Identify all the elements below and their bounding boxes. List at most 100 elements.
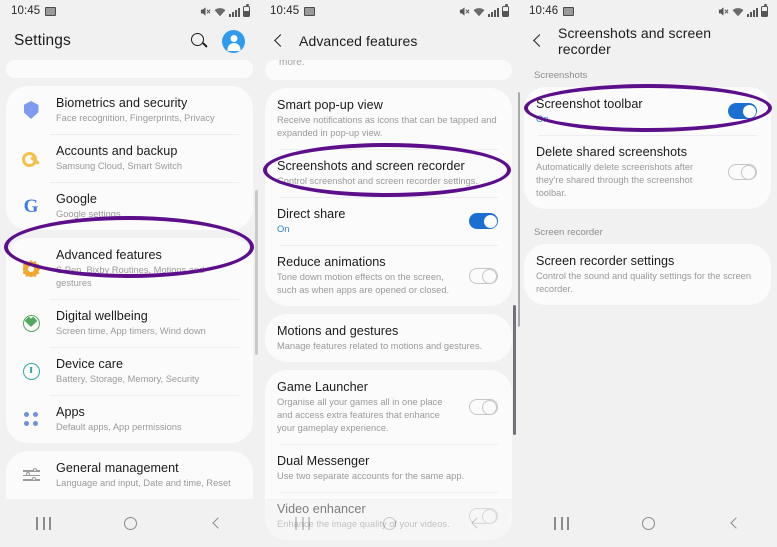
item-subtitle: Manage features related to motions and g… <box>277 341 483 351</box>
screenshots-settings-list[interactable]: Screenshots Screenshot toolbar On Delete… <box>518 60 777 507</box>
back-icon[interactable] <box>210 517 223 530</box>
status-time: 10:46 <box>529 5 559 17</box>
heart-circle-icon <box>18 314 44 332</box>
wifi-icon <box>473 7 485 16</box>
toggle-game-launcher[interactable] <box>469 399 498 416</box>
mute-icon <box>718 6 729 16</box>
key-icon <box>18 149 44 167</box>
account-avatar[interactable] <box>222 29 245 53</box>
recents-icon[interactable] <box>36 516 52 530</box>
item-dual-messenger[interactable]: Dual Messenger Use two separate accounts… <box>265 444 512 492</box>
screen-recorder-group: Screen recorder settings Control the sou… <box>524 244 771 305</box>
item-smart-pop-up-view[interactable]: Smart pop-up view Receive notifications … <box>265 88 512 149</box>
item-title: Google <box>56 192 97 206</box>
signal-icon <box>747 7 758 17</box>
item-title: Advanced features <box>56 248 162 262</box>
item-subtitle: Screen time, App timers, Wind down <box>56 326 206 336</box>
item-screen-recorder-settings[interactable]: Screen recorder settings Control the sou… <box>524 244 771 305</box>
toggle-screenshot-toolbar[interactable] <box>728 103 757 119</box>
item-title: Digital wellbeing <box>56 309 148 323</box>
mute-icon <box>459 6 470 16</box>
google-icon: G <box>23 195 39 217</box>
item-subtitle: On <box>536 114 549 124</box>
settings-item-device-care[interactable]: Device care Battery, Storage, Memory, Se… <box>6 347 253 395</box>
settings-item-google[interactable]: G Google Google settings <box>6 182 253 230</box>
item-title: Direct share <box>277 207 346 221</box>
three-phone-screenshots: 10:45 Settings Biometrics and security F… <box>0 0 777 547</box>
home-icon[interactable] <box>382 516 396 530</box>
settings-list[interactable]: Biometrics and security Face recognition… <box>0 60 259 507</box>
wifi-icon <box>732 7 744 16</box>
photo-icon <box>563 6 575 16</box>
back-icon[interactable] <box>530 33 546 49</box>
recents-icon[interactable] <box>554 516 570 530</box>
settings-item-digital-wellbeing[interactable]: Digital wellbeing Screen time, App timer… <box>6 299 253 347</box>
toggle-reduce-animations[interactable] <box>469 267 498 284</box>
advanced-features-list[interactable]: more. Smart pop-up view Receive notifica… <box>259 60 518 545</box>
item-title: Screen recorder settings <box>536 254 675 268</box>
item-title: Motions and gestures <box>277 324 399 338</box>
recents-icon[interactable] <box>295 516 311 530</box>
item-title: Delete shared screenshots <box>536 145 688 159</box>
sliders-icon <box>18 467 44 482</box>
toggle-delete-shared-screenshots[interactable] <box>728 164 757 181</box>
item-subtitle: Battery, Storage, Memory, Security <box>56 374 200 384</box>
scrollbar[interactable] <box>513 305 516 435</box>
settings-item-apps[interactable]: Apps Default apps, App permissions <box>6 395 253 443</box>
back-icon[interactable] <box>728 517 741 530</box>
item-title: Game Launcher <box>277 380 368 394</box>
toggle-direct-share[interactable] <box>469 213 498 229</box>
phone-screen-screenshots-and-screen-recorder: 10:46 Screenshots and screen recorder Sc… <box>518 0 777 547</box>
settings-item-biometrics-and-security[interactable]: Biometrics and security Face recognition… <box>6 86 253 134</box>
page-title: Screenshots and screen recorder <box>558 25 712 57</box>
status-time: 10:45 <box>270 5 300 17</box>
item-reduce-animations[interactable]: Reduce animations Tone down motion effec… <box>265 245 512 306</box>
scrollbar[interactable] <box>255 190 258 355</box>
mute-icon <box>200 6 211 16</box>
settings-item-advanced-features[interactable]: Advanced features S Pen, Bixby Routines,… <box>6 238 253 299</box>
item-subtitle: Default apps, App permissions <box>56 422 182 432</box>
page-title: Settings <box>14 32 71 49</box>
item-subtitle: Control screenshot and screen recorder s… <box>277 176 479 186</box>
item-title: Screenshot toolbar <box>536 97 643 111</box>
page-title: Advanced features <box>299 33 418 49</box>
item-delete-shared-screenshots[interactable]: Delete shared screenshots Automatically … <box>524 135 771 209</box>
item-subtitle: Organise all your games all in one place… <box>277 397 443 433</box>
wifi-icon <box>214 7 226 16</box>
partial-text: more. <box>279 60 305 68</box>
item-game-launcher[interactable]: Game Launcher Organise all your games al… <box>265 370 512 444</box>
advanced-group-2: Motions and gestures Manage features rel… <box>265 314 512 362</box>
navigation-bar <box>259 499 518 547</box>
item-subtitle: Automatically delete screenshots after t… <box>536 162 694 198</box>
item-title: Biometrics and security <box>56 96 188 110</box>
item-subtitle: Google settings <box>56 209 121 219</box>
status-bar: 10:45 <box>259 0 518 22</box>
scrollbar[interactable] <box>518 92 520 327</box>
settings-item-accounts-and-backup[interactable]: Accounts and backup Samsung Cloud, Smart… <box>6 134 253 182</box>
apps-icon <box>18 412 44 426</box>
advanced-group-1: Smart pop-up view Receive notifications … <box>265 88 512 306</box>
app-bar: Advanced features <box>259 22 518 60</box>
item-screenshot-toolbar[interactable]: Screenshot toolbar On <box>524 87 771 135</box>
app-bar: Screenshots and screen recorder <box>518 22 777 60</box>
battery-icon <box>761 4 768 17</box>
item-screenshots-and-screen-recorder[interactable]: Screenshots and screen recorder Control … <box>265 149 512 197</box>
item-title: Smart pop-up view <box>277 98 383 112</box>
item-motions-and-gestures[interactable]: Motions and gestures Manage features rel… <box>265 314 512 362</box>
item-subtitle: Control the sound and quality settings f… <box>536 271 751 294</box>
home-icon[interactable] <box>123 516 137 530</box>
partial-card-top: more. <box>265 60 512 80</box>
settings-item-general-management[interactable]: General management Language and input, D… <box>6 451 253 499</box>
item-subtitle: Language and input, Date and time, Reset <box>56 478 231 488</box>
back-icon[interactable] <box>469 517 482 530</box>
phone-screen-settings: 10:45 Settings Biometrics and security F… <box>0 0 259 547</box>
home-icon[interactable] <box>641 516 655 530</box>
back-icon[interactable] <box>271 33 287 49</box>
battery-icon <box>502 4 509 17</box>
phone-screen-advanced-features: 10:45 Advanced features more. Smart pop-… <box>259 0 518 547</box>
search-icon[interactable] <box>190 32 208 50</box>
battery-icon <box>243 4 250 17</box>
settings-group-1: Biometrics and security Face recognition… <box>6 86 253 230</box>
item-direct-share[interactable]: Direct share On <box>265 197 512 245</box>
navigation-bar <box>0 499 259 547</box>
